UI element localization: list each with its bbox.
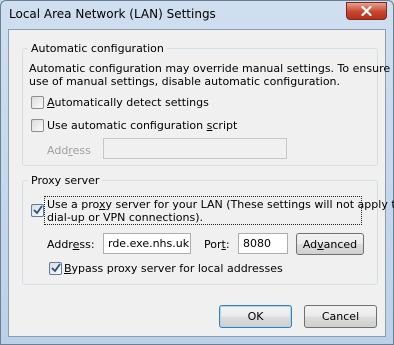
script-address-input[interactable] (103, 138, 287, 159)
use-proxy-label-line1[interactable]: Use a proxy server for your LAN (These s… (47, 198, 394, 211)
proxy-port-input[interactable]: 8080 (238, 233, 288, 254)
bypass-local-label[interactable]: Bypass proxy server for local addresses (64, 262, 283, 275)
lan-settings-dialog: Local Area Network (LAN) Settings Automa… (0, 0, 394, 345)
auto-detect-label[interactable]: Automatically detect settings (47, 96, 209, 109)
auto-config-description-line1: Automatic configuration may override man… (29, 62, 394, 75)
window-title: Local Area Network (LAN) Settings (9, 7, 216, 21)
auto-config-script-checkbox[interactable] (31, 119, 44, 132)
close-icon (361, 6, 372, 16)
bypass-local-checkbox[interactable] (49, 262, 62, 275)
cancel-button[interactable]: Cancel (304, 305, 377, 328)
ok-button[interactable]: OK (219, 305, 292, 328)
script-address-label: Address (47, 144, 91, 157)
title-bar[interactable]: Local Area Network (LAN) Settings (1, 1, 393, 29)
automatic-configuration-legend: Automatic configuration (31, 42, 164, 55)
use-proxy-checkbox[interactable] (31, 204, 44, 217)
close-button[interactable] (346, 2, 387, 20)
proxy-server-legend: Proxy server (31, 174, 100, 187)
advanced-button[interactable]: Ad v anced (296, 233, 364, 255)
checkmark-icon (51, 263, 61, 273)
proxy-address-label: Address: (47, 238, 95, 251)
auto-config-description-line2: use of manual settings, disable automati… (29, 75, 341, 88)
dialog-client-area: Automatic configuration Automatic config… (8, 29, 394, 337)
checkmark-icon (33, 205, 43, 215)
auto-config-script-label[interactable]: Use automatic configuration script (47, 119, 237, 132)
proxy-port-label: Port: (204, 238, 230, 251)
proxy-address-input[interactable]: rde.exe.nhs.uk (103, 233, 191, 254)
auto-detect-checkbox[interactable] (31, 96, 44, 109)
use-proxy-label-line2[interactable]: dial-up or VPN connections). (47, 211, 203, 224)
